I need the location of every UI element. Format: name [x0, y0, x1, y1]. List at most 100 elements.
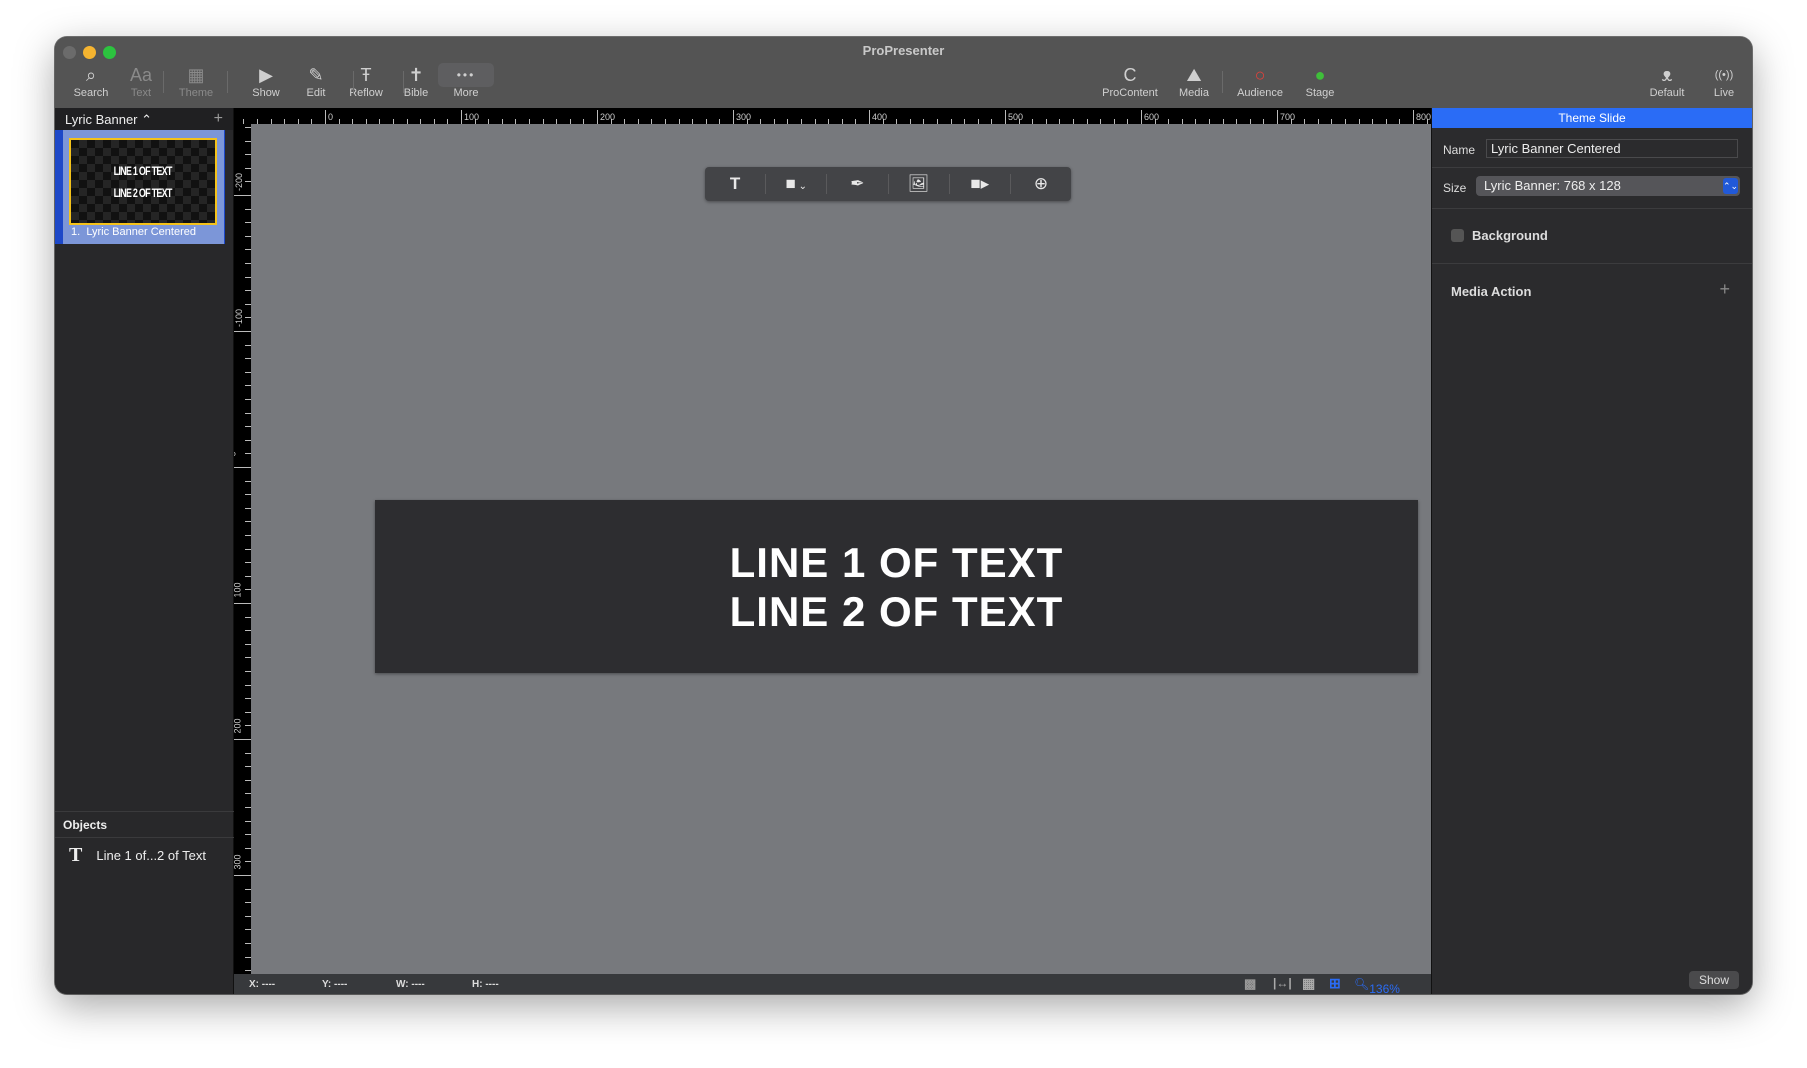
zoom-value: 136%: [1369, 982, 1400, 994]
toolbar-label: ProContent: [1102, 87, 1158, 99]
size-select[interactable]: Lyric Banner: 768 x 128 ⌃⌄: [1476, 176, 1740, 196]
library-sidebar: Lyric Banner ⌃ + LINE 1 OF TEXT LINE 2 OF…: [55, 108, 234, 994]
toolbar-separator: [227, 71, 228, 93]
ruler-label: 0: [234, 451, 238, 456]
size-value: Lyric Banner: 768 x 128: [1484, 178, 1621, 193]
video-tool-icon[interactable]: ■▸: [950, 174, 1011, 194]
insert-toolbar: T ■ ⌄ ✒ 🖼︎ ■▸ ⊕: [705, 167, 1071, 201]
toolbar-label: Theme: [178, 87, 214, 99]
ruler-label: 400: [872, 112, 888, 122]
window-title: ProPresenter: [862, 43, 945, 58]
more-icon: •••: [438, 63, 494, 87]
ruler-tick: [733, 110, 734, 124]
toolbar-stage-button[interactable]: ● Stage: [1288, 63, 1352, 99]
toolbar-separator: [163, 71, 164, 93]
objects-panel: Objects T Line 1 of...2 of Text: [55, 811, 234, 872]
play-icon: ▶: [259, 65, 273, 85]
slide-label: Lyric Banner Centered: [86, 226, 196, 238]
ruler-label: 100: [464, 112, 480, 122]
status-bar: X: ---- Y: ---- W: ---- H: ---- ▩ |↔| ▦ …: [234, 974, 1431, 994]
object-item[interactable]: T Line 1 of...2 of Text: [55, 838, 234, 872]
web-tool-icon[interactable]: ⊕: [1011, 174, 1071, 194]
zoom-level[interactable]: 🔍︎ 136%: [1354, 977, 1400, 994]
media-action-label: Media Action: [1451, 284, 1532, 299]
ruler-label: 300: [234, 854, 243, 870]
ruler-label: 200: [600, 112, 616, 122]
text-tool-icon[interactable]: T: [705, 174, 767, 194]
toolbar-label: Live: [1713, 87, 1735, 99]
ruler-label: 200: [234, 718, 243, 734]
live-broadcast-icon: ((•)): [1714, 69, 1734, 81]
procontent-icon: C: [1123, 65, 1137, 85]
slide-item[interactable]: LINE 1 OF TEXT LINE 2 OF TEXT 1. Lyric B…: [55, 130, 225, 244]
library-name: Lyric Banner ⌃: [65, 112, 153, 127]
show-button[interactable]: Show: [1688, 971, 1739, 989]
object-label: Line 1 of...2 of Text: [96, 847, 206, 863]
image-tool-icon[interactable]: 🖼︎: [889, 174, 950, 194]
add-media-action-icon[interactable]: +: [1719, 279, 1730, 300]
stage-icon: ●: [1314, 65, 1326, 85]
text-object-icon: T: [69, 843, 83, 866]
slide-banner[interactable]: LINE 1 OF TEXT LINE 2 OF TEXT: [375, 500, 1418, 673]
ruler-tick: [869, 110, 870, 124]
toolbar-show-button[interactable]: ▶ Show: [238, 63, 294, 99]
toolbar-edit-button[interactable]: ✎ Edit: [288, 63, 344, 99]
toolbar: ProPresenter ⌕ Search Aa Text ▦ Theme ▶ Show ✎ Ed…: [55, 37, 1752, 108]
ruler-icon[interactable]: ⊞: [1329, 975, 1341, 992]
theme-icon: ▦: [187, 65, 205, 85]
toolbar-label: Edit: [306, 87, 326, 99]
ruler-tick: [234, 875, 251, 876]
ruler-label: -200: [234, 172, 245, 192]
ruler-tick: [1005, 110, 1006, 124]
ruler-tick: [234, 195, 251, 196]
toolbar-audience-button[interactable]: ○ Audience: [1228, 63, 1292, 99]
ruler-tick: [1413, 110, 1414, 124]
toolbar-label: Default: [1649, 87, 1685, 99]
vertical-ruler: -200 -100 0 100 200 300: [234, 124, 251, 974]
ruler-tick: [1141, 110, 1142, 124]
toolbar-bible-button[interactable]: ✝ Bible: [388, 63, 444, 99]
editor-canvas[interactable]: T ■ ⌄ ✒ 🖼︎ ■▸ ⊕ LINE 1 OF TEXT LINE 2 OF…: [251, 124, 1431, 974]
toolbar-procontent-button[interactable]: C ProContent: [1098, 63, 1162, 99]
library-selector[interactable]: Lyric Banner ⌃ +: [55, 108, 233, 130]
ruler-tick: [1277, 110, 1278, 124]
text-line-1[interactable]: LINE 1 OF TEXT: [730, 538, 1064, 587]
toolbar-search-button[interactable]: ⌕ Search: [63, 63, 119, 99]
ruler-label: 500: [1008, 112, 1024, 122]
toolbar-media-button[interactable]: ⛰ Media: [1162, 63, 1226, 99]
name-field[interactable]: Lyric Banner Centered: [1486, 139, 1738, 158]
ruler-tick: [461, 110, 462, 124]
add-icon[interactable]: +: [214, 110, 223, 128]
toolbar-label: Search: [73, 87, 109, 99]
toolbar-label: Bible: [403, 87, 429, 99]
toolbar-more-button[interactable]: ••• More: [438, 63, 494, 99]
toolbar-label: Audience: [1237, 87, 1283, 99]
ruler-tick: [234, 739, 251, 740]
fit-width-icon[interactable]: |↔|: [1273, 976, 1292, 990]
toolbar-default-button[interactable]: ᴥ Default: [1635, 63, 1699, 99]
size-label: Size: [1443, 181, 1467, 195]
toolbar-text-button[interactable]: Aa Text: [113, 63, 169, 99]
bible-icon: ✝: [408, 65, 424, 85]
ruler-tick: [234, 467, 251, 468]
ruler-label: 100: [234, 582, 243, 598]
toolbar-label: Media: [1179, 87, 1209, 99]
toolbar-label: Show: [252, 87, 280, 99]
grid-icon[interactable]: ▦: [1302, 975, 1315, 992]
reflow-icon: Ŧ: [360, 65, 372, 85]
x-readout: X: ----: [249, 979, 276, 990]
toolbar-reflow-button[interactable]: Ŧ Reflow: [338, 63, 394, 99]
toolbar-live-button[interactable]: ((•)) Live: [1692, 63, 1752, 99]
ruler-label: 300: [736, 112, 752, 122]
slide-thumbnail[interactable]: LINE 1 OF TEXT LINE 2 OF TEXT: [69, 138, 217, 225]
toolbar-theme-button[interactable]: ▦ Theme: [168, 63, 224, 99]
text-line-2[interactable]: LINE 2 OF TEXT: [730, 587, 1064, 636]
y-readout: Y: ----: [322, 979, 348, 990]
name-label: Name: [1443, 143, 1476, 157]
background-checkbox[interactable]: [1451, 229, 1464, 242]
checkerboard-icon[interactable]: ▩: [1244, 976, 1256, 992]
pen-tool-icon[interactable]: ✒: [827, 174, 889, 194]
shape-tool-icon[interactable]: ■ ⌄: [766, 174, 828, 194]
pencil-icon: ✎: [308, 65, 324, 85]
toolbar-separator: [1222, 71, 1223, 93]
